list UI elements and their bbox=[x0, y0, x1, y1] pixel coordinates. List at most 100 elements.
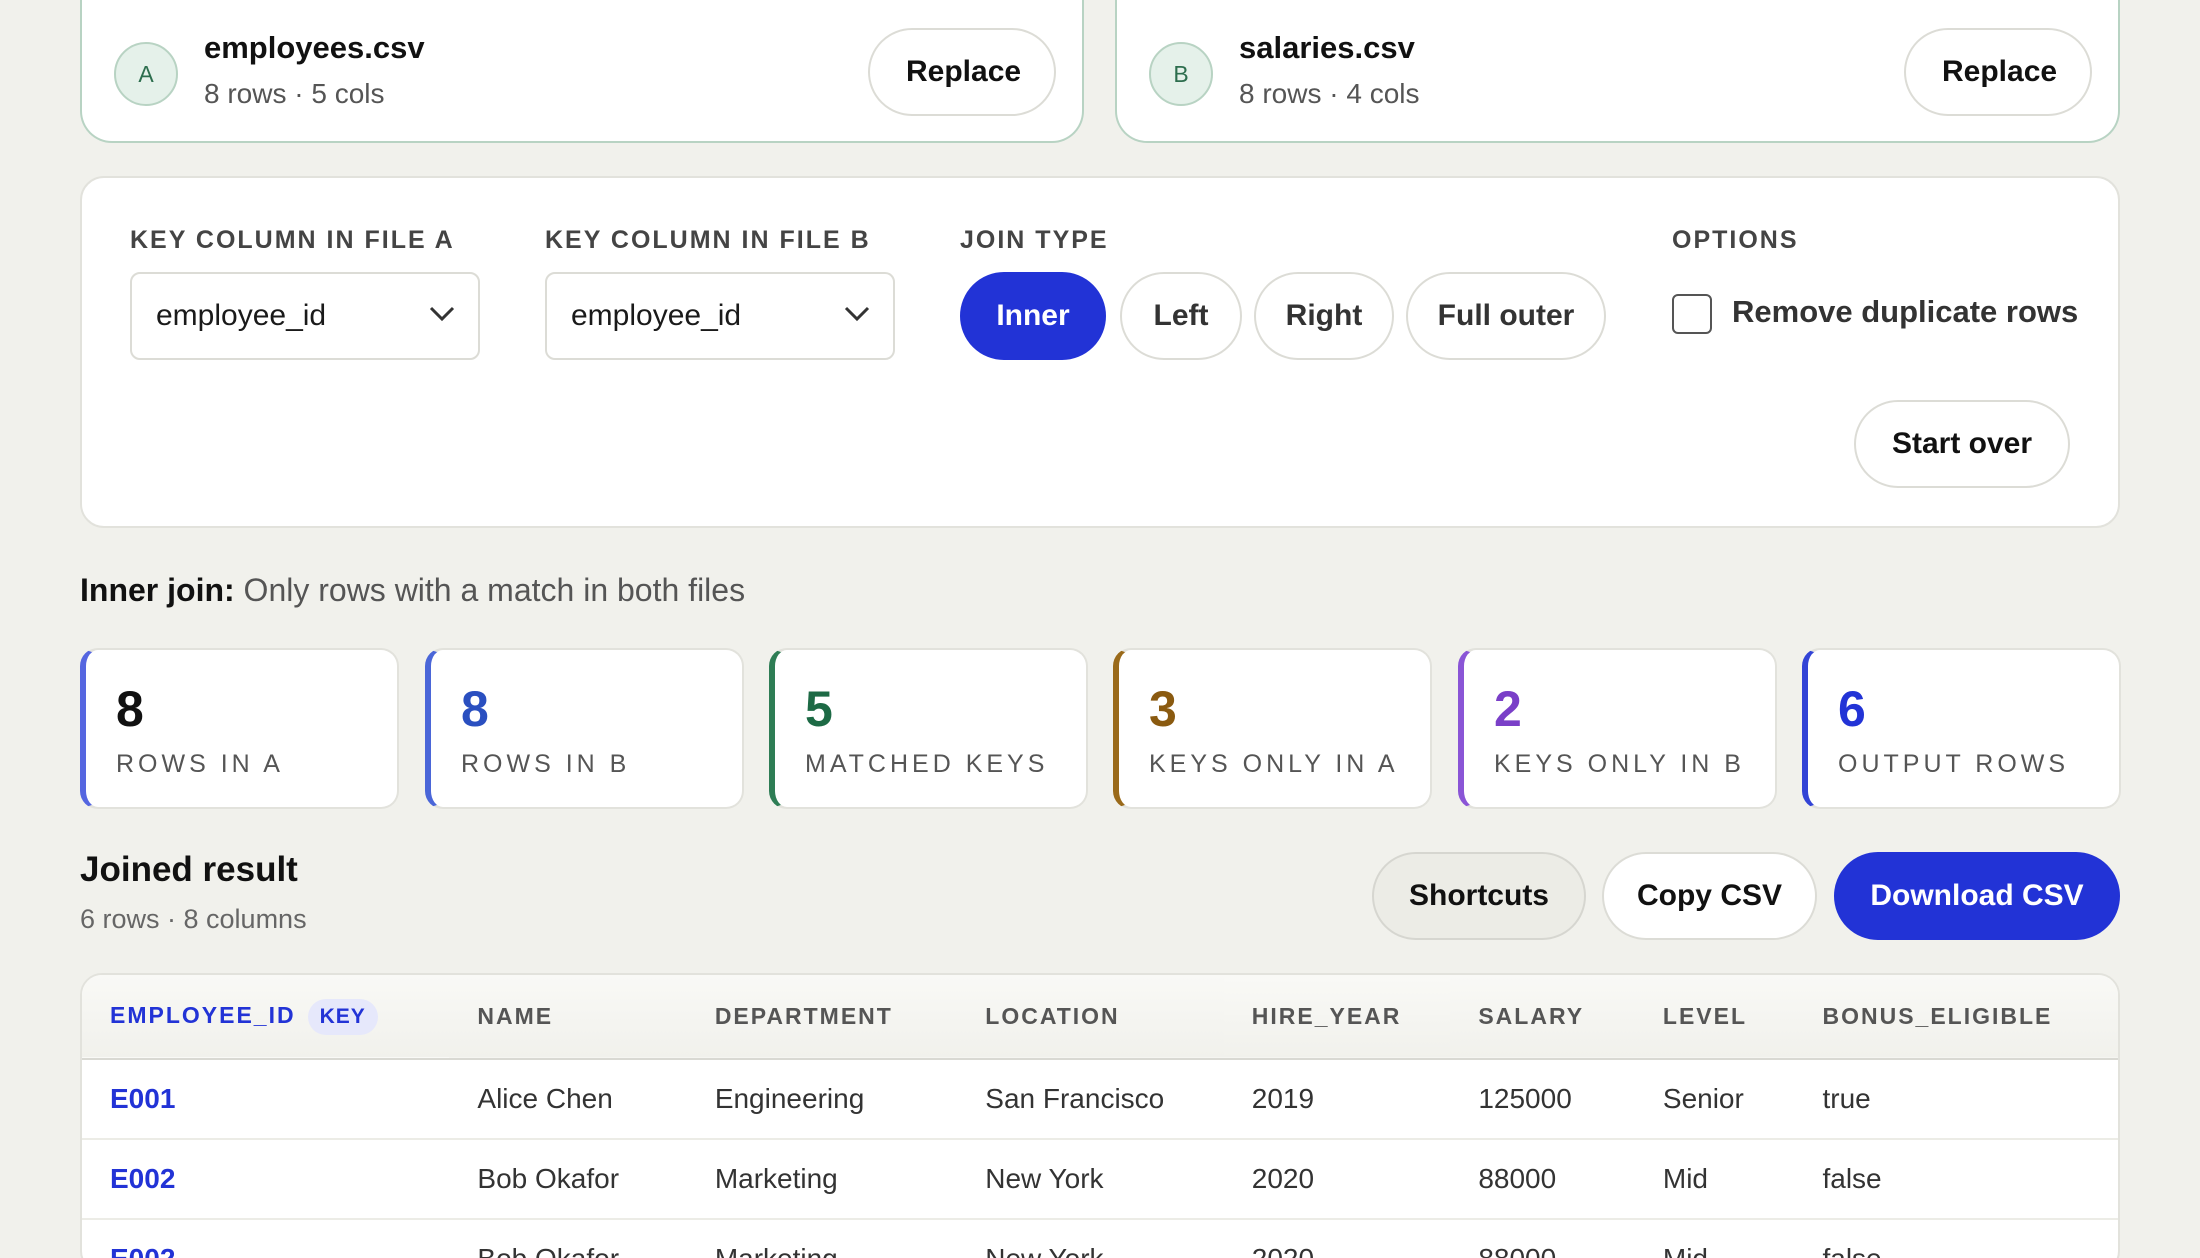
copy-csv-button[interactable]: Copy CSV bbox=[1602, 852, 1817, 940]
table-cell: New York bbox=[957, 1219, 1223, 1258]
join-config-panel: KEY COLUMN IN FILE A employee_id KEY COL… bbox=[80, 176, 2120, 528]
table-cell: 125000 bbox=[1478, 1083, 1572, 1114]
table-header-row: EMPLOYEE_ID KEY NAME DEPARTMENT LOCATION HIRE… bbox=[82, 975, 2118, 1059]
column-header-label: SALARY bbox=[1478, 1003, 1585, 1029]
download-csv-button[interactable]: Download CSV bbox=[1834, 852, 2120, 940]
result-title: Joined result bbox=[80, 850, 298, 889]
join-right-button[interactable]: Right bbox=[1254, 272, 1394, 360]
column-header-label: HIRE_YEAR bbox=[1251, 1003, 1402, 1029]
stat-value: 8 bbox=[116, 681, 144, 737]
table-cell: Marketing bbox=[714, 1163, 838, 1194]
column-header-label: DEPARTMENT bbox=[714, 1003, 893, 1029]
table-cell: Mid bbox=[1662, 1163, 1709, 1194]
key-a-select-value: employee_id bbox=[156, 299, 327, 332]
join-full-outer-button[interactable]: Full outer bbox=[1406, 272, 1606, 360]
table-cell: true bbox=[1822, 1083, 1871, 1114]
column-header-label: LOCATION bbox=[985, 1003, 1120, 1029]
table-cell: 2020 bbox=[1224, 1219, 1451, 1258]
stat-card: 6 OUTPUT ROWS bbox=[1802, 648, 2121, 809]
table-cell: Bob Okafor bbox=[477, 1163, 620, 1194]
stat-value: 6 bbox=[1838, 681, 1866, 737]
stat-value: 5 bbox=[805, 681, 833, 737]
join-type-label: JOIN TYPE bbox=[960, 226, 1109, 254]
stat-card: 5 MATCHED KEYS bbox=[769, 648, 1088, 809]
key-a-select[interactable]: employee_id bbox=[130, 272, 480, 360]
shortcuts-button[interactable]: Shortcuts bbox=[1372, 852, 1586, 940]
table-cell: false bbox=[1794, 1219, 2118, 1258]
table-cell: Alice Chen bbox=[477, 1083, 613, 1114]
table-cell: Engineering bbox=[714, 1083, 865, 1114]
column-header[interactable]: LEVEL bbox=[1635, 975, 1795, 1059]
stat-card: 8 ROWS IN B bbox=[425, 648, 744, 809]
result-meta: 6 rows · 8 columns bbox=[80, 904, 307, 934]
column-header[interactable]: EMPLOYEE_ID KEY bbox=[82, 975, 449, 1059]
stat-value: 3 bbox=[1149, 681, 1177, 737]
table-row: E002 Bob Okafor Marketing New York 2020 88000… bbox=[82, 1139, 2118, 1219]
key-b-select[interactable]: employee_id bbox=[545, 272, 895, 360]
stat-value: 8 bbox=[461, 681, 489, 737]
column-header-label: BONUS_ELIGIBLE bbox=[1822, 1003, 2053, 1029]
column-header[interactable]: NAME bbox=[449, 975, 686, 1059]
join-summary-title: Inner join: bbox=[80, 572, 235, 608]
column-header-label: EMPLOYEE_ID bbox=[110, 1001, 296, 1028]
join-inner-button[interactable]: Inner bbox=[960, 272, 1106, 360]
stat-label: ROWS IN A bbox=[116, 750, 284, 778]
table-cell: New York bbox=[985, 1163, 1104, 1194]
column-header[interactable]: LOCATION bbox=[957, 975, 1223, 1059]
page: A employees.csv 8 rows · 5 cols Replace … bbox=[0, 0, 2200, 1258]
column-header[interactable]: HIRE_YEAR bbox=[1224, 975, 1451, 1059]
replace-file-b-button[interactable]: Replace bbox=[1904, 28, 2092, 116]
join-summary: Inner join: Only rows with a match in bo… bbox=[80, 572, 745, 609]
column-header-label: NAME bbox=[477, 1003, 554, 1029]
table-cell: 2019 bbox=[1251, 1083, 1315, 1114]
key-a-label: KEY COLUMN IN FILE A bbox=[130, 226, 455, 254]
file-a-meta: 8 rows · 5 cols bbox=[204, 78, 385, 109]
options-label: OPTIONS bbox=[1672, 226, 1799, 254]
file-card-a: A employees.csv 8 rows · 5 cols Replace bbox=[80, 0, 1084, 143]
stat-label: ROWS IN B bbox=[461, 750, 631, 778]
table-cell: San Francisco bbox=[985, 1083, 1165, 1114]
table-cell: Marketing bbox=[687, 1219, 957, 1258]
stat-card: 8 ROWS IN A bbox=[80, 648, 399, 809]
file-card-b: B salaries.csv 8 rows · 4 cols Replace bbox=[1115, 0, 2120, 143]
table-body: E001 Alice Chen Engineering San Francisco 20… bbox=[82, 1059, 2118, 1258]
result-table: EMPLOYEE_ID KEY NAME DEPARTMENT LOCATION HIRE… bbox=[80, 973, 2120, 1258]
remove-duplicates-checkbox[interactable] bbox=[1672, 294, 1712, 334]
table-cell: 2020 bbox=[1251, 1163, 1315, 1194]
file-b-meta: 8 rows · 4 cols bbox=[1239, 78, 1420, 109]
key-b-label: KEY COLUMN IN FILE B bbox=[545, 226, 871, 254]
column-header[interactable]: SALARY bbox=[1450, 975, 1635, 1059]
table-cell: E002 bbox=[82, 1219, 449, 1258]
table-cell: 88000 bbox=[1478, 1163, 1557, 1194]
file-a-name: employees.csv bbox=[204, 30, 425, 65]
chevron-down-icon bbox=[844, 306, 870, 322]
column-header[interactable]: DEPARTMENT bbox=[687, 975, 957, 1059]
table-row: E001 Alice Chen Engineering San Francisco 20… bbox=[82, 1059, 2118, 1139]
table-cell: Senior bbox=[1662, 1083, 1744, 1114]
stat-label: MATCHED KEYS bbox=[805, 750, 1049, 778]
file-b-badge: B bbox=[1149, 42, 1213, 106]
join-summary-text: Only rows with a match in both files bbox=[243, 572, 746, 608]
column-header[interactable]: BONUS_ELIGIBLE bbox=[1794, 975, 2118, 1059]
stat-value: 2 bbox=[1494, 681, 1522, 737]
table-cell: E001 bbox=[110, 1083, 176, 1114]
replace-file-a-button[interactable]: Replace bbox=[868, 28, 1056, 116]
stat-label: KEYS ONLY IN B bbox=[1494, 750, 1745, 778]
table-cell: Bob Okafor bbox=[449, 1219, 686, 1258]
file-b-name: salaries.csv bbox=[1239, 30, 1415, 65]
table-row: E002Bob OkaforMarketingNew York202088000… bbox=[82, 1219, 2118, 1258]
table-cell: false bbox=[1822, 1163, 1882, 1194]
start-over-button[interactable]: Start over bbox=[1854, 400, 2070, 488]
stat-card: 3 KEYS ONLY IN A bbox=[1113, 648, 1432, 809]
stat-card: 2 KEYS ONLY IN B bbox=[1458, 648, 1777, 809]
file-a-badge: A bbox=[114, 42, 178, 106]
remove-duplicates-label[interactable]: Remove duplicate rows bbox=[1732, 294, 2078, 330]
stat-label: OUTPUT ROWS bbox=[1838, 750, 2070, 778]
key-b-select-value: employee_id bbox=[571, 299, 742, 332]
key-badge: KEY bbox=[307, 998, 378, 1035]
join-left-button[interactable]: Left bbox=[1120, 272, 1242, 360]
table-cell: 88000 bbox=[1450, 1219, 1635, 1258]
column-header-label: LEVEL bbox=[1662, 1003, 1748, 1029]
chevron-down-icon bbox=[429, 306, 455, 322]
table-cell: E002 bbox=[110, 1163, 176, 1194]
